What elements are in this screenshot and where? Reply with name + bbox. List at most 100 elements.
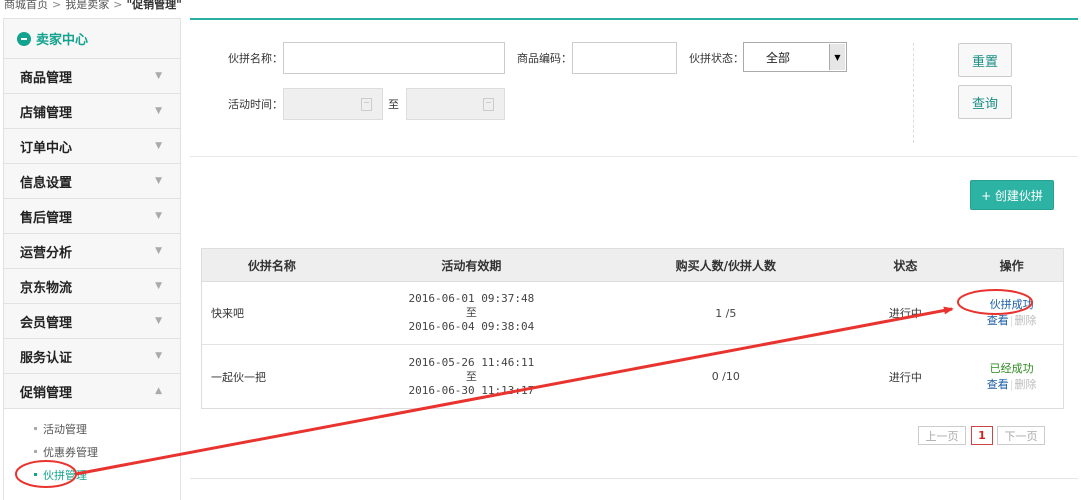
action-separator: | (1009, 314, 1014, 327)
validity-period-cell: 2016-05-26 11:46:11 至 2016-06-30 11:13:1… (342, 345, 601, 408)
sidebar-header[interactable]: 卖家中心 (4, 19, 180, 59)
period-to: 至 (465, 369, 477, 383)
delete-link: 删除 (1014, 377, 1037, 391)
sidebar-item-info[interactable]: 信息设置 ▼ (4, 164, 180, 199)
table-row: 一起伙一把 2016-05-26 11:46:11 至 2016-06-30 1… (202, 345, 1063, 408)
buyer-count-cell: 1 /5 (715, 306, 737, 320)
calendar-icon[interactable] (361, 98, 372, 111)
sidebar-item-label: 店铺管理 (20, 105, 73, 121)
product-code-input[interactable] (572, 42, 677, 74)
row-actions: 查看 | 删除 (987, 377, 1037, 393)
chevron-down-icon: ▼ (155, 351, 162, 361)
group-success-link[interactable]: 伙拼成功 (990, 297, 1034, 313)
chevron-up-icon: ▲ (155, 386, 162, 396)
promotion-submenu: 活动管理 优惠券管理 伙拼管理 (4, 409, 180, 500)
view-link[interactable]: 查看 (987, 313, 1009, 329)
sidebar-item-label: 商品管理 (20, 70, 73, 86)
chevron-down-icon: ▼ (155, 246, 162, 256)
pagination: 上一页 1 下一页 (918, 426, 1045, 445)
breadcrumb-home[interactable]: 商城首页 (4, 0, 48, 11)
bullet-icon (34, 450, 37, 453)
group-status-select[interactable]: 全部 ▼ (743, 42, 847, 72)
create-group-buy-button[interactable]: + 创建伙拼 (970, 180, 1054, 210)
current-page[interactable]: 1 (971, 426, 993, 445)
sidebar-subitem-activity[interactable]: 活动管理 (4, 417, 180, 440)
view-link[interactable]: 查看 (987, 377, 1009, 393)
column-header: 购买人数/伙拼人数 (675, 258, 776, 273)
breadcrumb-separator: > (52, 0, 62, 11)
chevron-down-icon: ▼ (155, 141, 162, 151)
period-start: 2016-05-26 11:46:11 (408, 355, 535, 369)
prev-page-button: 上一页 (918, 426, 966, 445)
sidebar-item-members[interactable]: 会员管理 ▼ (4, 304, 180, 339)
breadcrumb: 商城首页 > 我是卖家 > "促销管理" (4, 0, 182, 11)
already-success-text: 已经成功 (989, 361, 1034, 375)
sidebar-subitem-label: 优惠券管理 (43, 445, 98, 459)
query-button[interactable]: 查询 (958, 85, 1012, 119)
sidebar-subitem-label: 伙拼管理 (43, 468, 87, 482)
sidebar-subitem-label: 活动管理 (43, 422, 87, 436)
chevron-down-icon: ▼ (155, 71, 162, 81)
sidebar-item-orders[interactable]: 订单中心 ▼ (4, 129, 180, 164)
period-start: 2016-06-01 09:37:48 (408, 292, 535, 305)
sidebar-item-label: 服务认证 (20, 350, 73, 366)
bullet-icon (34, 473, 37, 476)
sidebar-item-products[interactable]: 商品管理 ▼ (4, 59, 180, 94)
breadcrumb-current: "促销管理" (126, 0, 182, 11)
sidebar: 卖家中心 商品管理 ▼ 店铺管理 ▼ 订单中心 ▼ 信息设置 ▼ 售后管理 ▼ 运营分析 ▼… (3, 18, 181, 500)
operations-cell: 已经成功 查看 | 删除 (960, 345, 1063, 408)
end-date-input[interactable] (406, 88, 505, 120)
sidebar-item-store[interactable]: 店铺管理 ▼ (4, 94, 180, 129)
buyer-count-cell: 0 /10 (711, 370, 740, 383)
period-to: 至 (465, 306, 477, 319)
column-header: 伙拼名称 (247, 258, 296, 273)
sidebar-item-label: 京东物流 (20, 280, 73, 296)
sidebar-item-logistics[interactable]: 京东物流 ▼ (4, 269, 180, 304)
chevron-down-icon: ▼ (155, 106, 162, 116)
operations-cell: 伙拼成功 查看 | 删除 (960, 282, 1063, 344)
chevron-down-icon: ▼ (155, 176, 162, 186)
status-cell: 进行中 (888, 370, 922, 384)
sidebar-item-analytics[interactable]: 运营分析 ▼ (4, 234, 180, 269)
sidebar-item-label: 运营分析 (20, 245, 73, 261)
start-date-input[interactable] (283, 88, 383, 120)
sidebar-item-label: 促销管理 (20, 385, 73, 401)
sidebar-item-certification[interactable]: 服务认证 ▼ (4, 339, 180, 374)
reset-button[interactable]: 重置 (958, 43, 1012, 77)
group-buy-table: 伙拼名称 活动有效期 购买人数/伙拼人数 状态 操作 快来吧 2016-06-0… (201, 248, 1064, 409)
sidebar-item-label: 订单中心 (20, 140, 73, 156)
bullet-icon (34, 427, 37, 430)
sidebar-item-label: 售后管理 (20, 210, 73, 226)
action-separator: | (1009, 377, 1014, 391)
product-code-label: 商品编码： (517, 52, 572, 65)
status-cell: 进行中 (888, 307, 922, 320)
activity-time-label: 活动时间： (228, 98, 283, 111)
sidebar-subitem-coupons[interactable]: 优惠券管理 (4, 440, 180, 463)
group-name-cell: 快来吧 (211, 307, 244, 320)
column-header: 操作 (999, 258, 1024, 273)
delete-link: 删除 (1014, 314, 1037, 327)
group-status-label: 伙拼状态： (689, 52, 744, 65)
sidebar-item-promotion[interactable]: 促销管理 ▲ (4, 374, 180, 409)
period-end: 2016-06-04 09:38:04 (408, 320, 535, 333)
breadcrumb-separator: > (113, 0, 123, 11)
filter-panel: 伙拼名称： 商品编码： 伙拼状态： 全部 ▼ 活动时间： 至 重置 查询 (190, 20, 1078, 157)
sidebar-subitem-group-buy[interactable]: 伙拼管理 (4, 463, 180, 486)
chevron-down-icon: ▼ (155, 211, 162, 221)
calendar-icon[interactable] (483, 98, 494, 111)
group-name-input[interactable] (283, 42, 505, 74)
group-name-label: 伙拼名称： (228, 52, 283, 65)
column-header: 状态 (893, 258, 918, 273)
sidebar-item-aftersale[interactable]: 售后管理 ▼ (4, 199, 180, 234)
next-page-button: 下一页 (997, 426, 1045, 445)
column-header: 活动有效期 (441, 258, 502, 273)
group-status-value: 全部 (766, 50, 791, 65)
chevron-down-icon: ▼ (155, 281, 162, 291)
vertical-divider (913, 43, 914, 143)
row-actions: 查看 | 删除 (987, 313, 1037, 329)
seller-center-icon (17, 31, 31, 46)
group-name-cell: 一起伙一把 (211, 370, 266, 384)
bottom-divider (190, 478, 1078, 479)
breadcrumb-seller[interactable]: 我是卖家 (65, 0, 109, 11)
validity-period-cell: 2016-06-01 09:37:48 至 2016-06-04 09:38:0… (342, 282, 601, 344)
